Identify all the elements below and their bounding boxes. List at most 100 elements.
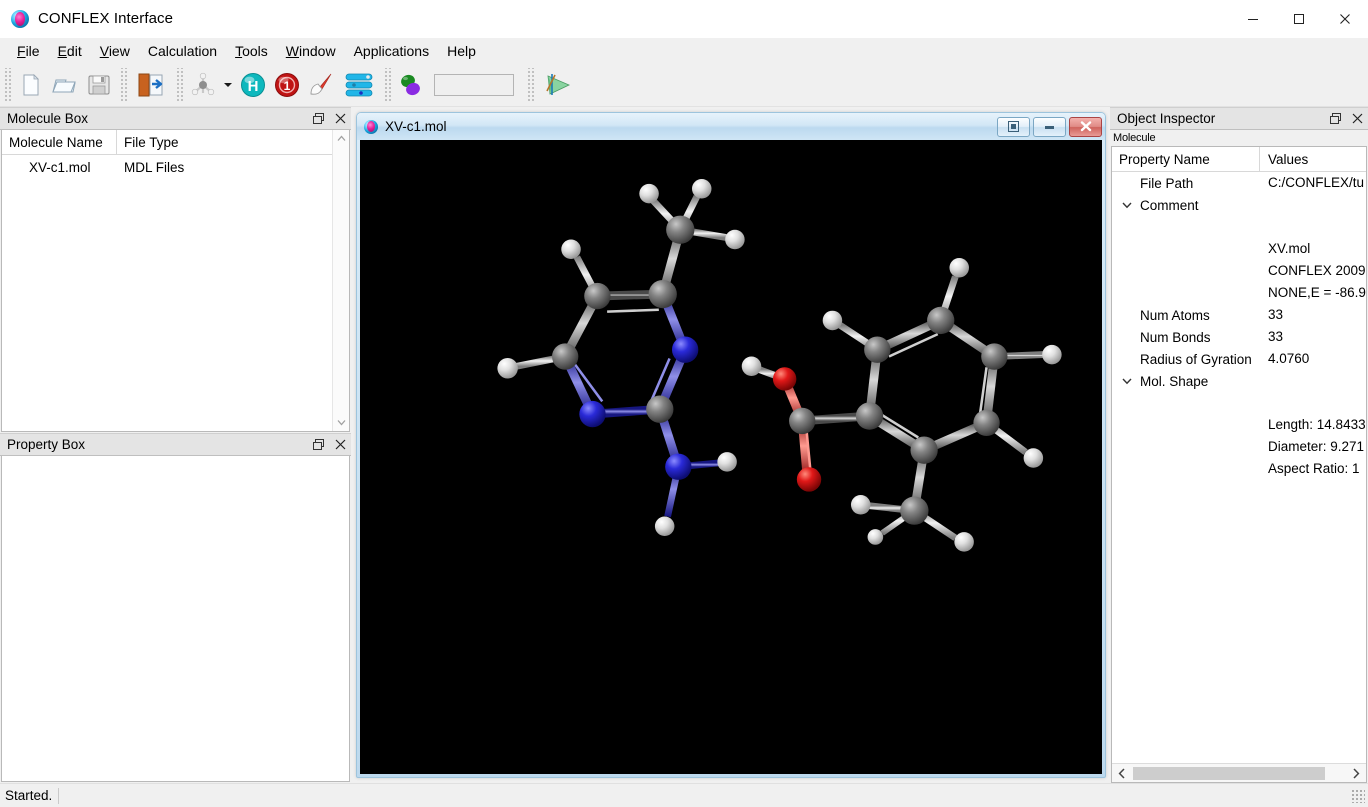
property-value-cell: Diameter: 9.271: [1268, 439, 1365, 454]
scroll-down-arrow-icon[interactable]: [333, 414, 350, 431]
atom-number-icon[interactable]: 1: [270, 68, 304, 102]
property-name-cell: [1112, 458, 1260, 480]
mdi-close-button[interactable]: [1069, 116, 1102, 137]
menu-tools[interactable]: Tools: [226, 40, 277, 63]
property-name-cell: Num Bonds: [1112, 326, 1260, 348]
menu-applications[interactable]: Applications: [345, 40, 439, 63]
orbital-combo[interactable]: [434, 74, 514, 96]
menubar: File Edit View Calculation Tools Window …: [0, 38, 1368, 64]
list-item[interactable]: Length: 14.8433: [1112, 414, 1366, 436]
molecule-box-title: Molecule Box: [7, 111, 89, 126]
left-dock-column: Molecule Box Molecule Name File Type XV-…: [0, 107, 351, 783]
maximize-button[interactable]: [1276, 0, 1322, 38]
property-box-body[interactable]: [1, 456, 350, 782]
axes-tripod-icon[interactable]: [537, 68, 579, 102]
table-row[interactable]: XV-c1.mol MDL Files: [2, 155, 332, 181]
scroll-left-arrow-icon[interactable]: [1112, 764, 1132, 782]
toolbar-grip-4[interactable]: [383, 68, 391, 102]
hydrogen-atom-icon[interactable]: H: [236, 68, 270, 102]
chevron-down-icon[interactable]: [220, 68, 236, 102]
property-label: Num Bonds: [1140, 329, 1211, 345]
mdi-window-controls: [997, 116, 1102, 137]
pen-select-icon[interactable]: [304, 68, 338, 102]
mdi-area: XV-c1.mol: [351, 107, 1110, 783]
property-value-cell: [1260, 194, 1366, 216]
toolbar-grip-2[interactable]: [119, 68, 127, 102]
molecule-model-icon[interactable]: [186, 68, 220, 102]
list-item[interactable]: Comment: [1112, 194, 1366, 216]
property-box-close-icon[interactable]: [329, 434, 351, 456]
list-item[interactable]: Diameter: 9.271: [1112, 436, 1366, 458]
column-header-molecule-name[interactable]: Molecule Name: [2, 130, 117, 155]
property-name-cell: Num Atoms: [1112, 304, 1260, 326]
object-inspector-panel: Object Inspector Molecule Property Name …: [1110, 107, 1368, 783]
application-window: CONFLEX Interface File Edit View Calcula…: [0, 0, 1368, 807]
menu-file[interactable]: File: [8, 40, 49, 63]
menu-view[interactable]: View: [91, 40, 139, 63]
toolbar-grip-5[interactable]: [526, 68, 534, 102]
column-header-values[interactable]: Values: [1260, 152, 1366, 167]
open-folder-icon[interactable]: [48, 68, 82, 102]
scroll-up-arrow-icon[interactable]: [333, 130, 350, 147]
menu-edit[interactable]: Edit: [49, 40, 91, 63]
property-value-cell: Aspect Ratio: 1: [1268, 461, 1360, 476]
list-item[interactable]: Mol. Shape: [1112, 370, 1366, 392]
minimize-button[interactable]: [1230, 0, 1276, 38]
property-value-cell: 33: [1268, 329, 1284, 344]
import-export-icon[interactable]: [130, 68, 172, 102]
property-box-content: [2, 456, 349, 781]
scroll-track[interactable]: [332, 147, 349, 414]
scroll-right-arrow-icon[interactable]: [1346, 764, 1366, 782]
molecule-render: [497, 179, 1062, 552]
molecule-box-close-icon[interactable]: [329, 108, 351, 130]
menu-calculation[interactable]: Calculation: [139, 40, 226, 63]
property-name-cell: Mol. Shape: [1112, 370, 1260, 392]
conflex-logo-icon: [364, 119, 378, 134]
toolbar-grip-3[interactable]: [175, 68, 183, 102]
property-label: Radius of Gyration: [1140, 351, 1252, 367]
mdi-minimize-button[interactable]: [1033, 116, 1066, 137]
save-floppy-icon[interactable]: [82, 68, 116, 102]
orbital-icon[interactable]: [394, 68, 428, 102]
property-value-cell: [1260, 392, 1366, 414]
toolbar-grip[interactable]: [3, 68, 11, 102]
svg-text:1: 1: [284, 79, 291, 93]
list-item[interactable]: XV.mol: [1112, 238, 1366, 260]
object-inspector-close-icon[interactable]: [1346, 108, 1368, 130]
cell-file-type: MDL Files: [124, 160, 185, 175]
list-item[interactable]: Radius of Gyration 4.0760: [1112, 348, 1366, 370]
molecule-viewer-titlebar[interactable]: XV-c1.mol: [357, 113, 1105, 140]
property-value-cell: NONE,E = -86.9: [1268, 285, 1366, 300]
molecule-3d-viewport[interactable]: [360, 140, 1102, 774]
mdi-restore-button[interactable]: [997, 116, 1030, 137]
property-name-cell: [1112, 260, 1260, 282]
layers-icon[interactable]: [338, 68, 380, 102]
molecule-box-vertical-scrollbar[interactable]: [332, 130, 349, 431]
column-header-property-name[interactable]: Property Name: [1112, 147, 1260, 172]
property-value-cell: CONFLEX 2009: [1268, 263, 1366, 278]
resize-grip[interactable]: [1351, 788, 1365, 803]
object-inspector-horizontal-scrollbar[interactable]: [1112, 763, 1366, 782]
chevron-down-icon[interactable]: [1118, 196, 1136, 214]
list-item[interactable]: Aspect Ratio: 1: [1112, 458, 1366, 480]
property-label: Num Atoms: [1140, 307, 1210, 323]
list-item[interactable]: [1112, 216, 1366, 238]
chevron-down-icon[interactable]: [1118, 372, 1136, 390]
property-name-cell: [1112, 216, 1260, 238]
list-item[interactable]: NONE,E = -86.9: [1112, 282, 1366, 304]
list-item[interactable]: [1112, 392, 1366, 414]
menu-window[interactable]: Window: [277, 40, 345, 63]
new-file-icon[interactable]: [14, 68, 48, 102]
property-box-float-icon[interactable]: [307, 434, 329, 456]
object-inspector-float-icon[interactable]: [1324, 108, 1346, 130]
property-value-cell: [1260, 370, 1366, 392]
menu-help[interactable]: Help: [438, 40, 485, 63]
list-item[interactable]: Num Bonds 33: [1112, 326, 1366, 348]
column-header-file-type[interactable]: File Type: [117, 130, 332, 155]
close-button[interactable]: [1322, 0, 1368, 38]
list-item[interactable]: Num Atoms 33: [1112, 304, 1366, 326]
list-item[interactable]: File Path C:/CONFLEX/tu: [1112, 172, 1366, 194]
molecule-box-float-icon[interactable]: [307, 108, 329, 130]
list-item[interactable]: CONFLEX 2009: [1112, 260, 1366, 282]
hscroll-thumb[interactable]: [1133, 766, 1325, 780]
